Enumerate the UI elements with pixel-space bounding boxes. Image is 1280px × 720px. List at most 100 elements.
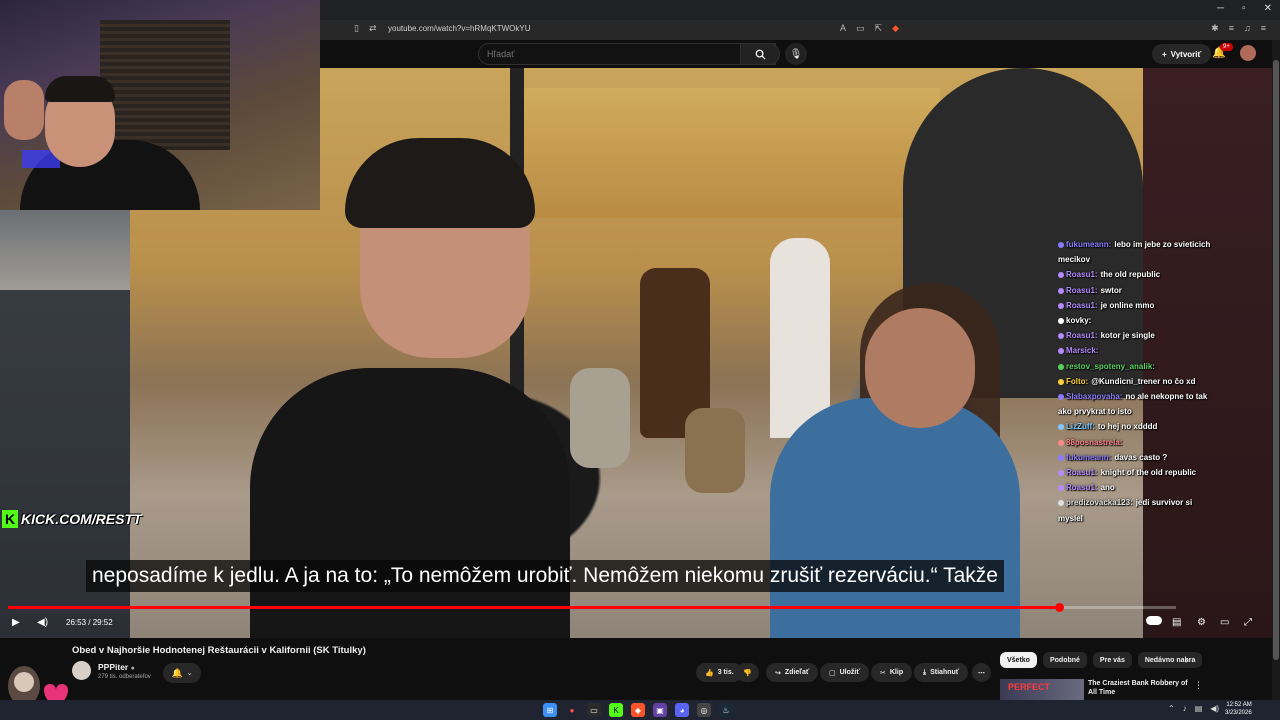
filter-chip[interactable]: Nedávno nahra <box>1137 652 1203 668</box>
chat-username[interactable]: Roasu1: <box>1066 286 1098 295</box>
url-text[interactable]: youtube.com/watch?v=hRMqKTWOkYU <box>388 24 531 33</box>
maximize-icon[interactable]: ▫ <box>1242 3 1246 14</box>
recommendation-thumbnail[interactable]: PERFECT <box>1000 679 1084 700</box>
scrollbar-thumb[interactable] <box>1273 60 1279 660</box>
chat-username[interactable]: 88posnastrela: <box>1066 438 1122 447</box>
download-icon: ⤓ <box>923 668 927 676</box>
time-display: 26:53 / 29:52 <box>66 618 113 627</box>
channel-avatar[interactable] <box>72 661 91 680</box>
address-right-icons: A ▭ ⇱ ◆ <box>840 23 899 34</box>
network-icon[interactable]: ▤ <box>1195 704 1203 713</box>
chat-username[interactable]: Marsick: <box>1066 346 1098 355</box>
scissors-icon: ✂ <box>880 669 886 677</box>
plus-icon: + <box>1162 49 1167 59</box>
save-button[interactable]: ▢ Uložiť <box>820 663 869 682</box>
recommendation-title[interactable]: The Craziest Bank Robbery of All Time <box>1088 679 1188 700</box>
account-avatar[interactable] <box>1240 45 1256 61</box>
chat-username[interactable]: Roasu1: <box>1066 483 1098 492</box>
share-page-icon[interactable]: ⇱ <box>875 23 883 34</box>
chat-badge-icon <box>1058 272 1064 279</box>
chat-username[interactable]: kovky: <box>1066 316 1091 325</box>
channel-name[interactable]: PPPiter ● <box>98 662 135 672</box>
page-scrollbar[interactable] <box>1272 40 1280 700</box>
obs-app-icon[interactable]: ◎ <box>697 703 711 717</box>
progress-fill <box>8 606 1060 609</box>
microphone-tray-icon[interactable]: ♪ <box>1183 704 1187 713</box>
recommendation-more-icon[interactable]: ⋮ <box>1194 680 1203 691</box>
microphone-icon: 🎙 <box>789 48 803 60</box>
system-clock[interactable]: 12:52 AM 3/23/2026 <box>1225 701 1252 717</box>
close-icon[interactable]: ✕ <box>1264 3 1272 14</box>
translate-icon[interactable]: A <box>840 23 846 34</box>
more-actions-button[interactable]: ⋯ <box>972 663 991 682</box>
windows-start-icon[interactable]: ⊞ <box>543 703 557 717</box>
chat-badge-icon <box>1058 424 1064 431</box>
channel-name-text: PPPiter <box>98 662 129 672</box>
chat-username[interactable]: Slabaxpovaha: <box>1066 392 1122 401</box>
menu-icon[interactable]: ≡ <box>1261 23 1266 34</box>
chevron-right-icon[interactable]: › <box>1185 655 1188 665</box>
chat-username[interactable]: fukumeann: <box>1066 240 1111 249</box>
extensions-icon[interactable]: ✱ <box>1211 23 1219 34</box>
chat-text: davas casto ? <box>1114 452 1168 462</box>
chat-badge-icon <box>1058 485 1064 492</box>
address-left-icons: ▯ ⇄ <box>354 23 377 34</box>
create-button[interactable]: + Vytvoriť <box>1152 44 1212 64</box>
chat-badge-icon <box>1058 241 1064 248</box>
chat-username[interactable]: restov_spoteny_analik: <box>1066 362 1155 371</box>
clip-button[interactable]: ✂ Klip <box>871 663 913 682</box>
chat-message: Roasu1: the old republic <box>1058 267 1218 282</box>
site-info-icon[interactable]: ⇄ <box>369 23 377 34</box>
chat-username[interactable]: LizZuff: <box>1066 422 1095 431</box>
video-background-person <box>770 238 830 438</box>
filter-chip[interactable]: Podobné <box>1042 652 1087 668</box>
autoplay-toggle[interactable] <box>1146 616 1162 625</box>
chat-username[interactable]: Roasu1: <box>1066 468 1098 477</box>
subtitles-icon[interactable]: ▤ <box>1172 617 1181 628</box>
progress-bar[interactable] <box>8 603 1176 612</box>
chat-username[interactable]: Folto: <box>1066 377 1088 386</box>
share-button[interactable]: ↪ Zdieľať <box>766 663 819 682</box>
tray-chevron-icon[interactable]: ⌃ <box>1168 704 1175 713</box>
brave-shield-icon[interactable]: ◆ <box>892 23 899 34</box>
filter-chip[interactable]: Pre vás <box>1092 652 1132 668</box>
kick-app-icon[interactable]: K <box>609 703 623 717</box>
filter-chip[interactable]: Všetko <box>1000 652 1037 668</box>
play-icon[interactable]: ▶ <box>12 617 20 628</box>
theater-mode-icon[interactable]: ▭ <box>1220 617 1229 628</box>
discord-app-icon[interactable]: ◕ <box>675 703 689 717</box>
chat-text: ano <box>1100 483 1115 493</box>
bookmark-icon[interactable]: ▯ <box>354 23 359 34</box>
dislike-button[interactable]: 👎 <box>736 663 759 682</box>
search-input[interactable] <box>479 44 719 64</box>
chat-username[interactable]: predizovacka123: <box>1066 498 1133 507</box>
recommendation-chips: Všetko Podobné Pre vás Nedávno nahra <box>1000 652 1203 668</box>
chat-username[interactable]: fukumeann: <box>1066 453 1111 462</box>
brave-app-icon[interactable]: ◆ <box>631 703 645 717</box>
playlist-icon[interactable]: ≡ <box>1229 23 1234 34</box>
speaker-icon[interactable]: ◀) <box>1210 704 1219 713</box>
voice-search-button[interactable]: 🎙 <box>785 43 807 65</box>
chat-username[interactable]: Roasu1: <box>1066 270 1098 279</box>
volume-icon[interactable]: ◀) <box>37 617 48 628</box>
subscription-bell-button[interactable]: 🔔 ⌄ <box>163 663 201 683</box>
chat-message: Roasu1: kotor je single <box>1058 328 1218 343</box>
chat-message: Slabaxpovaha: no ale nekopne to tak ako p… <box>1058 389 1218 419</box>
search-button[interactable] <box>740 43 780 65</box>
download-button[interactable]: ⤓ Stiahnuť <box>914 663 969 682</box>
minimize-icon[interactable]: ─ <box>1217 3 1224 14</box>
cast-icon[interactable]: ▭ <box>856 23 865 34</box>
fullscreen-icon[interactable]: ⤢ <box>1244 617 1252 628</box>
chat-username[interactable]: Roasu1: <box>1066 331 1098 340</box>
chat-text: kotor je single <box>1100 331 1155 341</box>
twitch-app-icon[interactable]: ▣ <box>653 703 667 717</box>
thumbs-down-icon: 👎 <box>743 669 752 677</box>
chat-text: the old republic <box>1100 270 1161 280</box>
terminal-app-icon[interactable]: ▭ <box>587 703 601 717</box>
steam-app-icon[interactable]: ♨ <box>719 703 733 717</box>
left-scene <box>0 210 130 290</box>
settings-gear-icon[interactable]: ⚙ <box>1197 617 1206 628</box>
location-app-icon[interactable]: ● <box>565 703 579 717</box>
music-icon[interactable]: ♫ <box>1244 23 1251 34</box>
chat-username[interactable]: Roasu1: <box>1066 301 1098 310</box>
